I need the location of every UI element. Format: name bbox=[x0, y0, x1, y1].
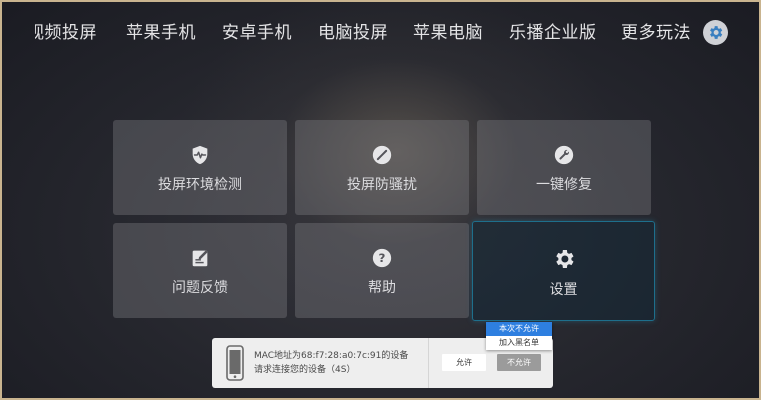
wrench-icon bbox=[554, 145, 574, 165]
tile-label: 投屏防骚扰 bbox=[347, 177, 417, 193]
feedback-edit-icon bbox=[192, 250, 208, 267]
dialog-divider bbox=[428, 338, 429, 388]
nav-item-android[interactable]: 安卓手机 bbox=[222, 22, 292, 44]
gear-icon bbox=[555, 250, 573, 268]
tile-label: 问题反馈 bbox=[172, 280, 228, 296]
help-icon: ? bbox=[372, 248, 392, 268]
tile-label: 投屏环境检测 bbox=[158, 177, 242, 193]
menu-item-deny-once[interactable]: 本次不允许 bbox=[486, 322, 552, 336]
nav-item-label: 苹果手机 bbox=[126, 23, 196, 43]
svg-text:?: ? bbox=[379, 251, 386, 265]
tile-label: 帮助 bbox=[368, 280, 396, 296]
nav-item-iphone[interactable]: 苹果手机 bbox=[126, 22, 196, 44]
tile-settings[interactable]: 设置 bbox=[472, 221, 655, 321]
phone-icon bbox=[226, 345, 244, 381]
no-disturb-icon bbox=[372, 145, 392, 165]
tile-one-click-repair[interactable]: 一键修复 bbox=[477, 120, 651, 215]
tile-anti-harassment[interactable]: 投屏防骚扰 bbox=[295, 120, 469, 215]
tile-help[interactable]: ? 帮助 bbox=[295, 223, 469, 318]
top-navigation: 视频投屏 苹果手机 安卓手机 电脑投屏 苹果电脑 乐播企业版 更多玩法 bbox=[2, 2, 761, 64]
settings-button[interactable] bbox=[703, 20, 728, 45]
tile-cast-environment-check[interactable]: 投屏环境检测 bbox=[113, 120, 287, 215]
request-message-line2: 请求连接您的设备（4S） bbox=[254, 365, 356, 375]
nav-item-label: 苹果电脑 bbox=[413, 23, 483, 43]
nav-item-more[interactable]: 更多玩法 bbox=[621, 22, 691, 44]
nav-item-video-cast[interactable]: 视频投屏 bbox=[35, 22, 97, 44]
nav-item-enterprise[interactable]: 乐播企业版 bbox=[509, 22, 597, 44]
deny-button[interactable]: 不允许 bbox=[497, 354, 541, 371]
nav-item-label: 更多玩法 bbox=[621, 23, 691, 43]
menu-item-add-blacklist[interactable]: 加入黑名单 bbox=[486, 336, 552, 350]
nav-item-mac[interactable]: 苹果电脑 bbox=[413, 22, 483, 44]
tile-label: 一键修复 bbox=[536, 177, 592, 193]
tv-screen: 视频投屏 苹果手机 安卓手机 电脑投屏 苹果电脑 乐播企业版 更多玩法 投屏环境… bbox=[0, 0, 761, 400]
shield-pulse-icon bbox=[192, 145, 208, 165]
request-message-line1: MAC地址为68:f7:28:a0:7c:91的设备 bbox=[254, 351, 409, 361]
gear-icon bbox=[710, 26, 723, 39]
allow-button[interactable]: 允许 bbox=[442, 354, 486, 371]
nav-item-label: 视频投屏 bbox=[35, 23, 97, 43]
nav-item-pc-cast[interactable]: 电脑投屏 bbox=[318, 22, 388, 44]
tile-feedback[interactable]: 问题反馈 bbox=[113, 223, 287, 318]
nav-item-label: 电脑投屏 bbox=[318, 23, 388, 43]
tile-label: 设置 bbox=[549, 282, 578, 298]
nav-item-label: 乐播企业版 bbox=[509, 23, 597, 43]
nav-item-label: 安卓手机 bbox=[222, 23, 292, 43]
deny-options-menu: 本次不允许 加入黑名单 bbox=[486, 322, 552, 350]
